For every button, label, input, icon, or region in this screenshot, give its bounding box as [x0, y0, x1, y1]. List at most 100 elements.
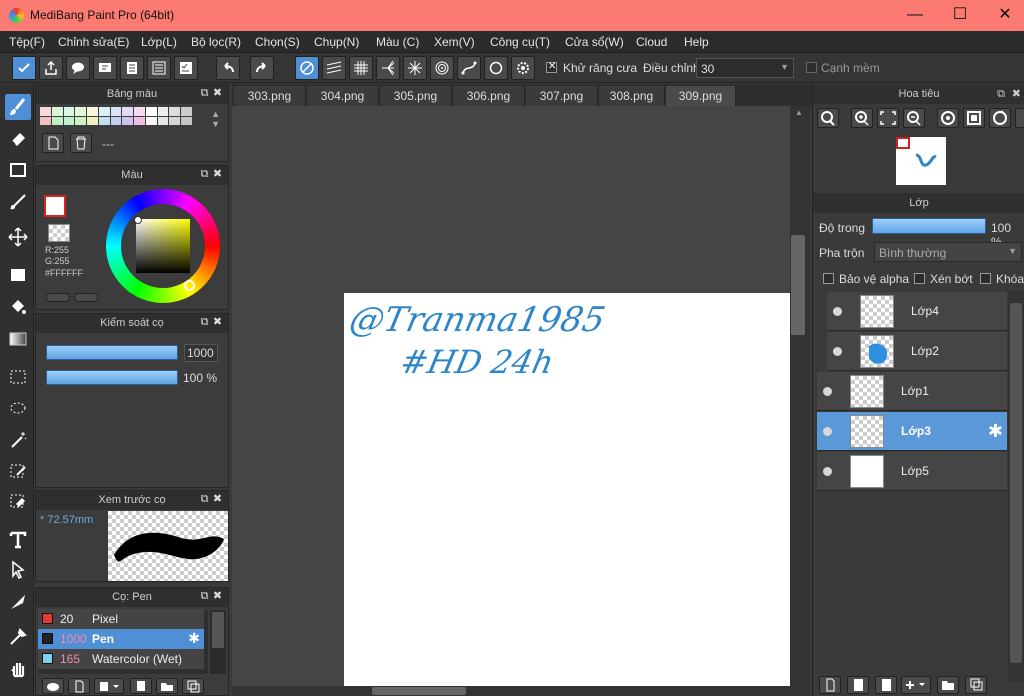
- adjust-select[interactable]: 30 ▼: [696, 58, 794, 78]
- close-panel-icon[interactable]: ✖: [212, 169, 223, 180]
- clipping-checkbox[interactable]: [914, 273, 925, 284]
- layer-row-lop1[interactable]: Lớp1: [817, 372, 1007, 411]
- rotate-right-button[interactable]: [989, 108, 1011, 128]
- grid-snap-button[interactable]: [349, 56, 373, 80]
- burst-snap-button[interactable]: [403, 56, 427, 80]
- menu-edit[interactable]: Chỉnh sửa(E): [58, 35, 129, 49]
- drawing-canvas[interactable]: @Tranma1985 #HD 24h: [344, 293, 790, 686]
- brush-size-slider[interactable]: [46, 345, 178, 360]
- zoom-fit-button[interactable]: [817, 108, 839, 128]
- document-button[interactable]: [120, 56, 144, 80]
- tab-304[interactable]: 304.png: [307, 86, 379, 106]
- navigator-thumbnail[interactable]: [896, 137, 946, 185]
- brush-menu-button[interactable]: [94, 678, 124, 694]
- layer-row-lop2[interactable]: Lớp2: [827, 332, 1007, 371]
- brush-item-pixel[interactable]: 20 Pixel: [38, 609, 204, 629]
- menu-view[interactable]: Xem(V): [434, 35, 475, 49]
- visibility-icon[interactable]: [833, 347, 842, 356]
- checklist-button[interactable]: [174, 56, 198, 80]
- select-rect-tool[interactable]: [5, 364, 31, 390]
- radial-snap-button[interactable]: [376, 56, 400, 80]
- undock-icon[interactable]: ⧉: [199, 317, 210, 328]
- reset-rotation-button[interactable]: [963, 108, 985, 128]
- soft-edge-checkbox[interactable]: [806, 62, 817, 73]
- ellipse-snap-button[interactable]: [484, 56, 508, 80]
- saturation-square[interactable]: [136, 219, 190, 273]
- comment-button[interactable]: [66, 56, 90, 80]
- transparent-color-swatch[interactable]: [48, 224, 70, 242]
- add-layer-menu-button[interactable]: [901, 676, 931, 694]
- undo-button[interactable]: [216, 56, 240, 80]
- undock-icon[interactable]: ⧉: [199, 591, 210, 602]
- undock-icon[interactable]: ⧉: [997, 84, 1005, 104]
- close-panel-icon[interactable]: ✖: [212, 88, 223, 99]
- scrollbar-thumb[interactable]: [372, 687, 466, 695]
- menu-cloud[interactable]: Cloud: [636, 35, 667, 49]
- undock-icon[interactable]: ⧉: [199, 169, 210, 180]
- layer-row-lop5[interactable]: Lớp5: [817, 452, 1007, 491]
- cloud-brush-button[interactable]: [42, 678, 64, 694]
- close-panel-icon[interactable]: ✖: [212, 494, 223, 505]
- list-button[interactable]: [147, 56, 171, 80]
- undock-icon[interactable]: ⧉: [199, 494, 210, 505]
- visibility-icon[interactable]: [833, 307, 842, 316]
- fill-rect-tool[interactable]: [5, 262, 31, 288]
- menu-snap[interactable]: Chụp(N): [314, 35, 359, 49]
- layer-row-lop4[interactable]: Lớp4: [827, 292, 1007, 331]
- hue-cursor[interactable]: [184, 280, 195, 291]
- concentric-snap-button[interactable]: [430, 56, 454, 80]
- gear-icon[interactable]: ✱: [188, 630, 200, 647]
- brush-tool[interactable]: [5, 94, 31, 120]
- cloud-check-button[interactable]: [12, 56, 36, 80]
- menu-file[interactable]: Tệp(F): [9, 35, 45, 49]
- zoom-out-button[interactable]: [903, 108, 925, 128]
- close-panel-icon[interactable]: ✖: [212, 591, 223, 602]
- hue-ring[interactable]: [106, 189, 220, 303]
- canvas-area[interactable]: @Tranma1985 #HD 24h: [232, 106, 790, 686]
- eyedropper-tool[interactable]: [5, 624, 31, 650]
- gradient-tool[interactable]: [5, 326, 31, 352]
- line-tool[interactable]: [5, 189, 31, 215]
- menu-select[interactable]: Chọn(S): [255, 35, 300, 49]
- brush-settings-button[interactable]: [130, 678, 152, 694]
- tab-308[interactable]: 308.png: [599, 86, 665, 106]
- undock-icon[interactable]: ⧉: [199, 88, 210, 99]
- close-button[interactable]: ✕: [990, 4, 1020, 26]
- scrollbar-thumb[interactable]: [791, 235, 805, 335]
- brush-item-watercolor[interactable]: 165 Watercolor (Wet): [38, 649, 204, 669]
- new-1bit-layer-button[interactable]: [875, 676, 897, 694]
- zoom-in-button[interactable]: [851, 108, 873, 128]
- brush-copy-button[interactable]: [182, 678, 204, 694]
- new-layer-button[interactable]: [819, 676, 841, 694]
- brush-item-pen[interactable]: 1000 Pen ✱: [38, 629, 204, 649]
- menu-window[interactable]: Cửa sổ(W): [565, 35, 624, 49]
- hand-tool[interactable]: [5, 656, 31, 682]
- new-palette-button[interactable]: [42, 133, 64, 153]
- gear-icon[interactable]: ✱: [988, 421, 1003, 442]
- operation-tool[interactable]: [5, 557, 31, 583]
- scroll-up-icon[interactable]: ▲: [795, 108, 803, 117]
- palette-swatches[interactable]: [40, 107, 192, 125]
- snap-settings-button[interactable]: [511, 56, 535, 80]
- fit-screen-button[interactable]: [877, 108, 899, 128]
- snap-off-button[interactable]: [295, 56, 319, 80]
- select-pen-tool[interactable]: [5, 458, 31, 484]
- delete-palette-button[interactable]: [70, 133, 92, 153]
- menu-layer[interactable]: Lớp(L): [141, 35, 177, 49]
- new-8bit-layer-button[interactable]: [847, 676, 869, 694]
- visibility-icon[interactable]: [823, 467, 832, 476]
- redo-button[interactable]: [250, 56, 274, 80]
- layer-opacity-slider[interactable]: [872, 218, 986, 234]
- text-tool[interactable]: [5, 527, 31, 553]
- foreground-color-swatch[interactable]: [44, 195, 66, 217]
- protect-alpha-checkbox[interactable]: [823, 273, 834, 284]
- navigator-viewport[interactable]: [896, 137, 910, 149]
- parallel-snap-button[interactable]: [322, 56, 346, 80]
- add-brush-button[interactable]: [68, 678, 90, 694]
- minimize-button[interactable]: —: [900, 4, 930, 26]
- message-button[interactable]: [93, 56, 117, 80]
- menu-help[interactable]: Help: [684, 35, 709, 49]
- layer-folder-button[interactable]: [937, 676, 959, 694]
- flip-button[interactable]: [1015, 108, 1024, 128]
- lasso-tool[interactable]: [5, 396, 31, 422]
